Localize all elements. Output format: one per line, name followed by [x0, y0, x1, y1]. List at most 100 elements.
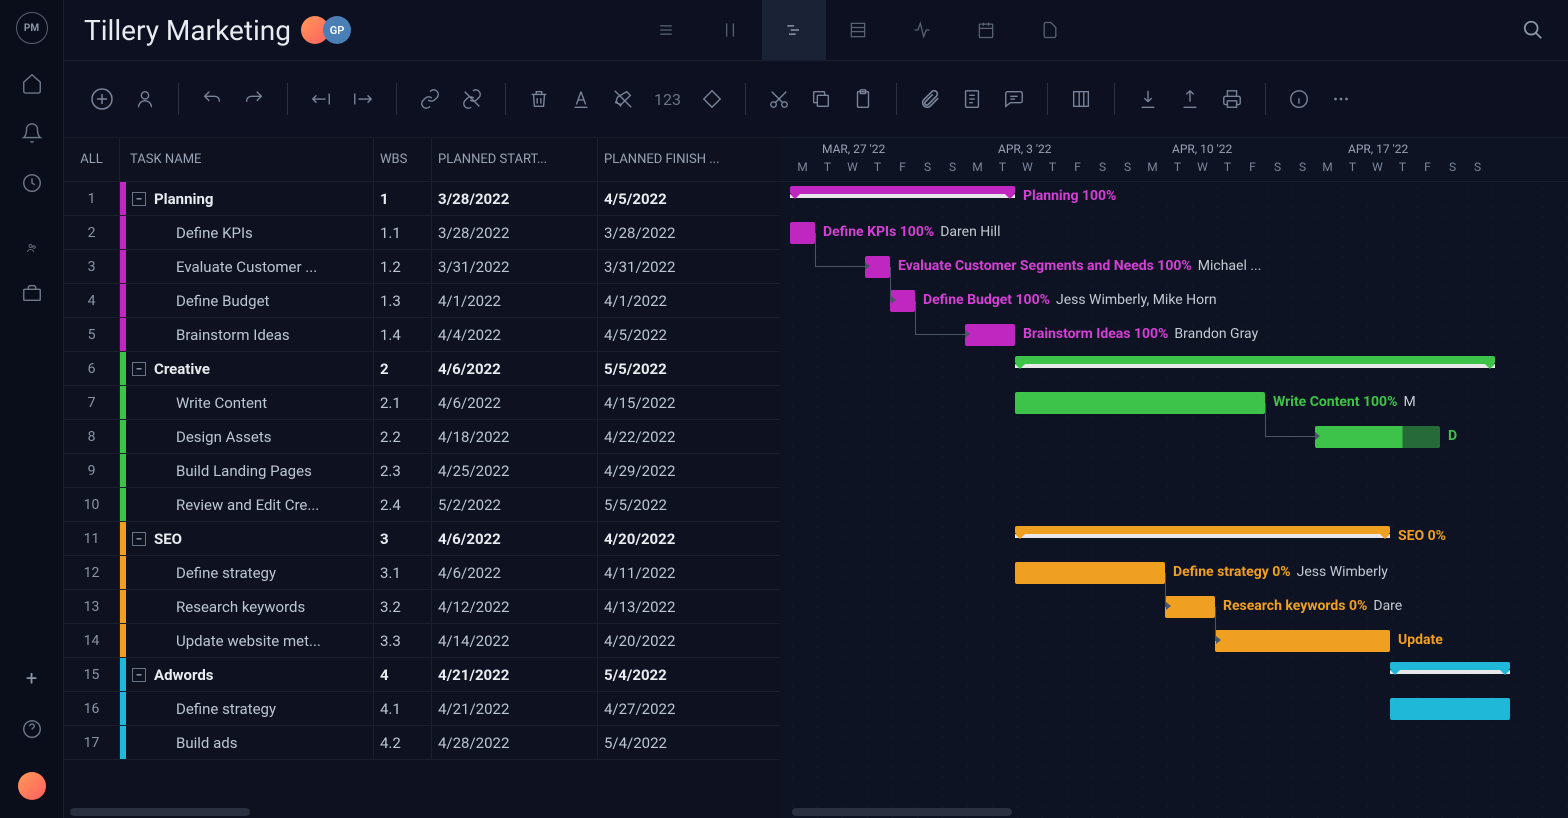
calendar-view-tab[interactable]: [954, 0, 1018, 60]
task-name-cell[interactable]: −SEO: [120, 522, 374, 555]
col-all[interactable]: ALL: [64, 138, 120, 181]
task-name-cell[interactable]: Write Content: [120, 386, 374, 419]
delete-button[interactable]: [528, 88, 550, 110]
percent-button[interactable]: 123: [654, 90, 681, 109]
assign-button[interactable]: [134, 88, 156, 110]
collapse-icon[interactable]: −: [132, 362, 146, 376]
table-row[interactable]: 12Define strategy3.14/6/20224/11/2022: [64, 556, 780, 590]
search-icon[interactable]: [1522, 19, 1544, 41]
format-button[interactable]: [570, 88, 592, 110]
table-row[interactable]: 10Review and Edit Cre...2.45/2/20225/5/2…: [64, 488, 780, 522]
col-task-name[interactable]: TASK NAME: [120, 138, 374, 181]
gantt-bar[interactable]: Planning 100%: [790, 186, 1015, 194]
table-row[interactable]: 6−Creative24/6/20225/5/2022: [64, 352, 780, 386]
task-name-cell[interactable]: Update website met...: [120, 624, 374, 657]
task-name-cell[interactable]: Define Budget: [120, 284, 374, 317]
table-row[interactable]: 9Build Landing Pages2.34/25/20224/29/202…: [64, 454, 780, 488]
table-row[interactable]: 16Define strategy4.14/21/20224/27/2022: [64, 692, 780, 726]
gantt-bar[interactable]: Research keywords 0%Dare: [1165, 596, 1215, 618]
add-icon[interactable]: +: [26, 666, 37, 690]
table-row[interactable]: 5Brainstorm Ideas1.44/4/20224/5/2022: [64, 318, 780, 352]
columns-button[interactable]: [1070, 88, 1092, 110]
task-name-cell[interactable]: −Creative: [120, 352, 374, 385]
milestone-button[interactable]: [701, 88, 723, 110]
task-name-cell[interactable]: −Adwords: [120, 658, 374, 691]
undo-button[interactable]: [201, 88, 223, 110]
app-logo[interactable]: PM: [16, 12, 48, 44]
gantt-view-tab[interactable]: [762, 0, 826, 60]
copy-button[interactable]: [810, 88, 832, 110]
gantt-bar[interactable]: Define KPIs 100%Daren Hill: [790, 222, 815, 244]
gantt-bar[interactable]: Define strategy 0%Jess Wimberly: [1015, 562, 1165, 584]
gantt-bar[interactable]: [1390, 662, 1510, 670]
sheet-view-tab[interactable]: [826, 0, 890, 60]
notes-button[interactable]: [961, 88, 983, 110]
outdent-button[interactable]: [310, 88, 332, 110]
task-name-cell[interactable]: Brainstorm Ideas: [120, 318, 374, 351]
briefcase-icon[interactable]: [21, 282, 43, 304]
table-row[interactable]: 4Define Budget1.34/1/20224/1/2022: [64, 284, 780, 318]
task-name-cell[interactable]: Build ads: [120, 726, 374, 759]
redo-button[interactable]: [243, 88, 265, 110]
clock-icon[interactable]: [21, 172, 43, 194]
table-row[interactable]: 11−SEO34/6/20224/20/2022: [64, 522, 780, 556]
table-row[interactable]: 15−Adwords44/21/20225/4/2022: [64, 658, 780, 692]
gantt-bar[interactable]: Write Content 100%M: [1015, 392, 1265, 414]
team-icon[interactable]: [21, 232, 43, 254]
table-row[interactable]: 14Update website met...3.34/14/20224/20/…: [64, 624, 780, 658]
gantt-bar[interactable]: D: [1315, 426, 1440, 448]
task-name-cell[interactable]: Research keywords: [120, 590, 374, 623]
export-button[interactable]: [1179, 88, 1201, 110]
more-button[interactable]: [1330, 88, 1352, 110]
paste-button[interactable]: [852, 88, 874, 110]
help-icon[interactable]: [21, 718, 43, 740]
table-row[interactable]: 8Design Assets2.24/18/20224/22/2022: [64, 420, 780, 454]
bell-icon[interactable]: [21, 122, 43, 144]
col-wbs[interactable]: WBS: [374, 138, 432, 181]
table-row[interactable]: 2Define KPIs1.13/28/20223/28/2022: [64, 216, 780, 250]
gantt-bar[interactable]: SEO 0%: [1015, 526, 1390, 534]
info-button[interactable]: [1288, 88, 1310, 110]
collapse-icon[interactable]: −: [132, 192, 146, 206]
task-name-cell[interactable]: Define strategy: [120, 556, 374, 589]
col-planned-start[interactable]: PLANNED START...: [432, 138, 598, 181]
task-name-cell[interactable]: Evaluate Customer ...: [120, 250, 374, 283]
link-button[interactable]: [419, 88, 441, 110]
gantt-bar[interactable]: Update: [1215, 630, 1390, 652]
gantt-scrollbar[interactable]: [792, 808, 1012, 816]
member-avatars[interactable]: GP: [307, 16, 351, 44]
gantt-bar[interactable]: Brainstorm Ideas 100%Brandon Gray: [965, 324, 1015, 346]
indent-button[interactable]: [352, 88, 374, 110]
unlink-button[interactable]: [461, 88, 483, 110]
cut-button[interactable]: [768, 88, 790, 110]
gantt-bar[interactable]: [1015, 356, 1495, 364]
col-planned-finish[interactable]: PLANNED FINISH ...: [598, 138, 764, 181]
table-row[interactable]: 1−Planning13/28/20224/5/2022: [64, 182, 780, 216]
table-row[interactable]: 3Evaluate Customer ...1.23/31/20223/31/2…: [64, 250, 780, 284]
avatar[interactable]: GP: [323, 16, 351, 44]
home-icon[interactable]: [21, 72, 43, 94]
table-row[interactable]: 17Build ads4.24/28/20225/4/2022: [64, 726, 780, 760]
task-name-cell[interactable]: −Planning: [120, 182, 374, 215]
collapse-icon[interactable]: −: [132, 532, 146, 546]
print-button[interactable]: [1221, 88, 1243, 110]
file-view-tab[interactable]: [1018, 0, 1082, 60]
task-name-cell[interactable]: Build Landing Pages: [120, 454, 374, 487]
user-avatar[interactable]: [18, 772, 46, 800]
gantt-bar[interactable]: [1390, 698, 1510, 720]
board-view-tab[interactable]: [698, 0, 762, 60]
grid-scrollbar[interactable]: [70, 808, 250, 816]
attachment-button[interactable]: [919, 88, 941, 110]
list-view-tab[interactable]: [634, 0, 698, 60]
task-name-cell[interactable]: Define KPIs: [120, 216, 374, 249]
table-row[interactable]: 7Write Content2.14/6/20224/15/2022: [64, 386, 780, 420]
clear-format-button[interactable]: [612, 88, 634, 110]
collapse-icon[interactable]: −: [132, 668, 146, 682]
import-button[interactable]: [1137, 88, 1159, 110]
table-row[interactable]: 13Research keywords3.24/12/20224/13/2022: [64, 590, 780, 624]
task-name-cell[interactable]: Review and Edit Cre...: [120, 488, 374, 521]
task-name-cell[interactable]: Design Assets: [120, 420, 374, 453]
activity-view-tab[interactable]: [890, 0, 954, 60]
task-name-cell[interactable]: Define strategy: [120, 692, 374, 725]
comment-button[interactable]: [1003, 88, 1025, 110]
